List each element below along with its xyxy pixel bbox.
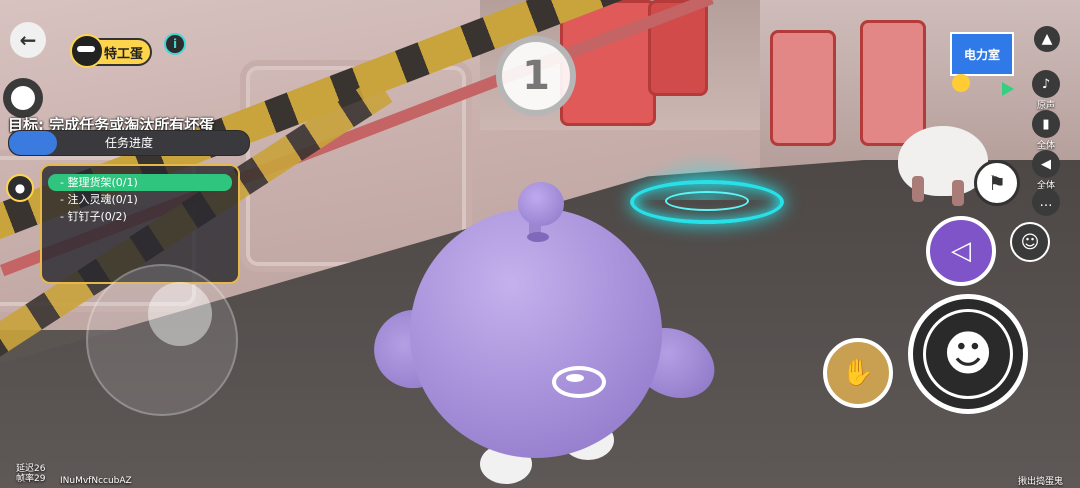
- fps-text: 帧率29: [16, 474, 46, 484]
- smiley-icon: [952, 74, 970, 92]
- task-item[interactable]: - 钉钉子(0/2): [48, 208, 232, 225]
- back-button[interactable]: ←: [10, 22, 46, 58]
- emote-button[interactable]: ☺: [1010, 222, 1050, 262]
- grab-button[interactable]: ✋: [823, 338, 893, 408]
- other-player-leg: [952, 180, 964, 206]
- task-item[interactable]: - 注入灵魂(0/1): [48, 191, 232, 208]
- agent-avatar-icon: [70, 34, 104, 68]
- hand-icon: ✋: [841, 358, 875, 388]
- room-code: INuMvfNccubAZ: [60, 476, 132, 486]
- megaphone-icon: ◁: [951, 236, 971, 266]
- player-antenna-ball: [518, 182, 564, 226]
- action-ring: [923, 309, 1013, 399]
- menu-button[interactable]: [3, 78, 43, 118]
- chat-icon: …: [1039, 194, 1053, 210]
- action-hint: 揪出捣蛋鬼: [1018, 477, 1064, 487]
- microphone-icon[interactable]: ▮: [1032, 110, 1060, 138]
- machine: [770, 30, 836, 146]
- pin-icon: ⚑: [988, 171, 1006, 195]
- report-button[interactable]: ▲: [1034, 26, 1060, 52]
- chat-bubble-icon: ●: [14, 181, 26, 195]
- network-stats: 延迟26 帧率29: [16, 464, 45, 484]
- circle-icon: [11, 86, 35, 110]
- voice-mode-control[interactable]: ♪ 原声: [1032, 70, 1060, 111]
- arrow-left-icon: ←: [19, 28, 37, 52]
- role-badge-label: 特工蛋: [104, 46, 144, 62]
- room-indicator: 电力室: [944, 26, 1022, 120]
- other-player-leg: [912, 176, 924, 202]
- chat-button[interactable]: …: [1032, 188, 1060, 216]
- info-button[interactable]: i: [164, 33, 186, 55]
- main-action-button[interactable]: ☻: [908, 294, 1028, 414]
- task-item[interactable]: - 整理货架(0/1): [48, 174, 232, 191]
- player-character: [410, 208, 662, 458]
- room-name: 电力室: [950, 32, 1014, 76]
- pin-button[interactable]: ⚑: [974, 160, 1020, 206]
- task-progress-label: 任务进度: [104, 136, 153, 150]
- task-progress-bar: 任务进度: [8, 130, 250, 156]
- latency-text: 延迟26: [16, 464, 46, 474]
- warning-icon: ▲: [1041, 31, 1053, 47]
- info-icon: i: [172, 37, 178, 51]
- chat-bubble-button[interactable]: ●: [6, 174, 34, 202]
- player-antenna-base: [527, 232, 549, 242]
- joystick-knob[interactable]: [148, 282, 212, 346]
- voice-icon[interactable]: ♪: [1032, 70, 1060, 98]
- task-portal-inner: [665, 191, 749, 211]
- volume-icon[interactable]: ◀: [1032, 150, 1060, 178]
- sunglasses-face-icon: ☺: [1020, 231, 1040, 253]
- player-mark-dot: [566, 374, 584, 382]
- speaker-control[interactable]: ◀ 全体: [1032, 150, 1060, 191]
- play-icon: [1002, 82, 1014, 96]
- player-mark: [552, 366, 606, 398]
- megaphone-button[interactable]: ◁: [926, 216, 996, 286]
- mic-control[interactable]: ▮ 全体: [1032, 110, 1060, 151]
- machine: [860, 20, 926, 146]
- countdown-timer: 1: [496, 36, 576, 116]
